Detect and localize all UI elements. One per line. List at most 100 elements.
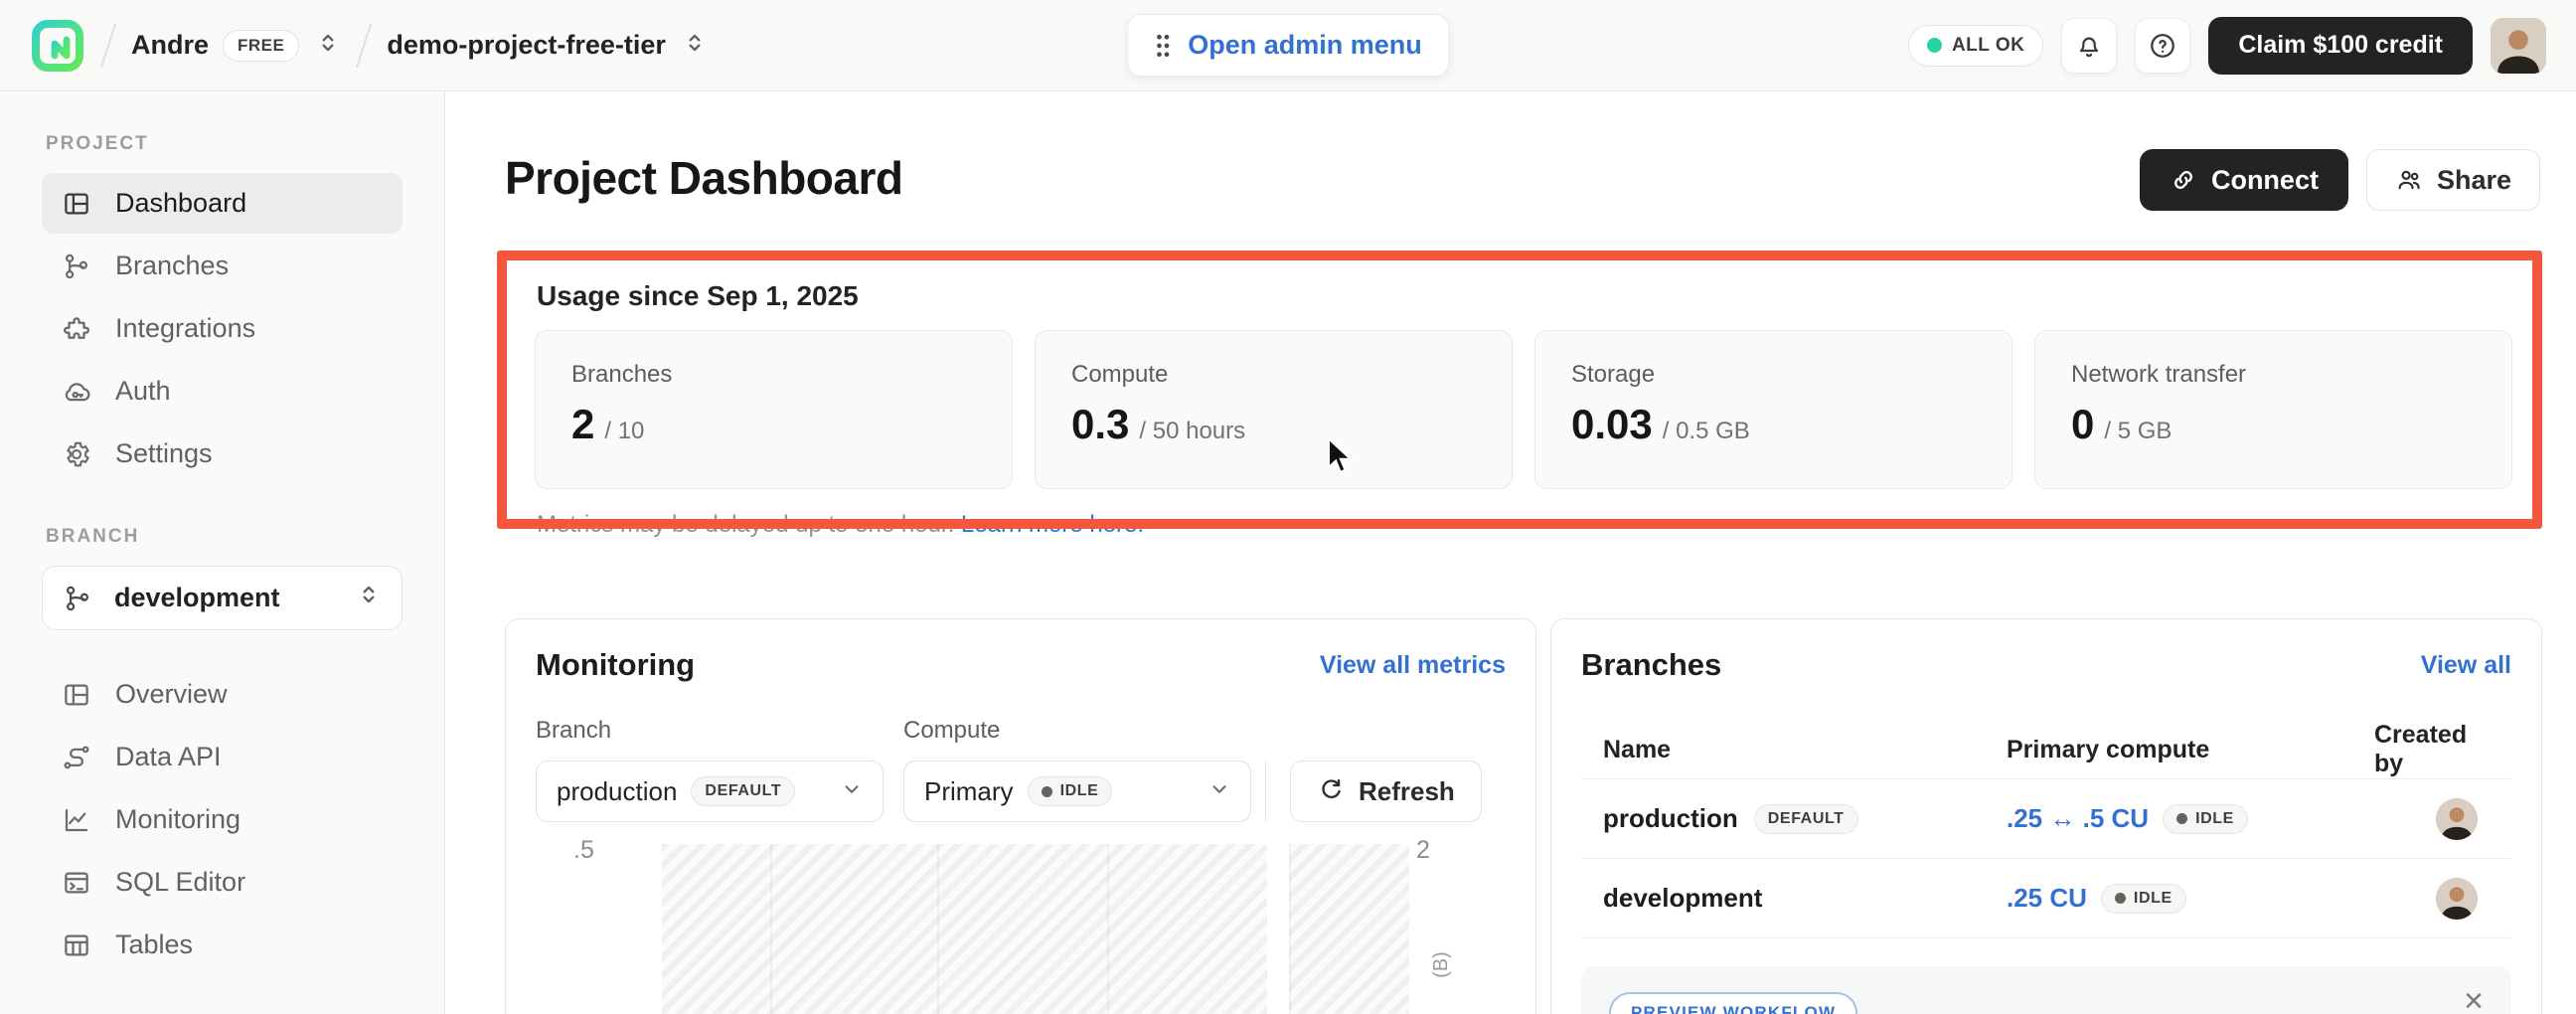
- help-button[interactable]: [2135, 18, 2190, 74]
- branch-selector-value: development: [114, 583, 280, 613]
- integrations-icon: [62, 314, 91, 344]
- branches-icon: [62, 252, 91, 281]
- overview-icon: [62, 680, 91, 710]
- chart-gridline: [937, 844, 939, 1014]
- settings-gear-icon: [62, 439, 91, 469]
- status-ok-dot: [1927, 38, 1942, 53]
- monitoring-chart: .5 2 (B): [536, 836, 1506, 1014]
- sidebar-item-settings[interactable]: Settings: [42, 423, 402, 484]
- promo-badge: PREVIEW WORKFLOW: [1609, 992, 1857, 1014]
- plan-badge: FREE: [223, 30, 299, 62]
- usage-card-limit: / 50 hours: [1139, 418, 1245, 445]
- org-switcher-chevron-icon[interactable]: [315, 30, 341, 61]
- compute-size-link[interactable]: .25 ↔ .5 CU: [2007, 803, 2149, 834]
- idle-dot: [1042, 786, 1052, 797]
- usage-card-compute: Compute 0.3 / 50 hours: [1035, 330, 1513, 489]
- sidebar-item-overview[interactable]: Overview: [42, 664, 402, 725]
- usage-card-label: Network transfer: [2071, 361, 2476, 389]
- compute-size-link[interactable]: .25 CU: [2007, 883, 2087, 914]
- sidebar-item-monitoring[interactable]: Monitoring: [42, 789, 402, 850]
- branch-selector-chevron-icon: [356, 582, 382, 614]
- y-axis-right-tick: 2: [1416, 836, 1430, 865]
- chart-no-data-hatch-area: [662, 844, 1409, 1014]
- project-switcher-chevron-icon[interactable]: [682, 30, 708, 61]
- metrics-delay-note: Metrics may be delayed up to one hour. L…: [537, 511, 1144, 539]
- connect-link-icon: [2170, 166, 2197, 194]
- auth-icon: [62, 377, 91, 407]
- idle-dot: [2115, 893, 2126, 904]
- notifications-button[interactable]: [2061, 18, 2117, 74]
- chevron-down-icon: [841, 776, 863, 807]
- usage-card-limit: / 10: [604, 418, 644, 445]
- sidebar-item-label: Auth: [115, 376, 171, 407]
- y-axis-left-tick: .5: [573, 836, 594, 865]
- table-row-development[interactable]: development .25 CU IDLE: [1581, 858, 2511, 937]
- chart-gap: [1267, 844, 1289, 1014]
- branch-icon: [63, 584, 92, 613]
- sidebar-item-data-api[interactable]: Data API: [42, 727, 402, 787]
- view-all-branches-link[interactable]: View all: [2421, 651, 2511, 680]
- branch-filter-label: Branch: [536, 717, 903, 745]
- user-avatar[interactable]: [2491, 18, 2546, 74]
- compute-filter-value: Primary: [924, 776, 1014, 807]
- sidebar-item-branches[interactable]: Branches: [42, 236, 402, 296]
- chart-gridline: [1289, 844, 1291, 1014]
- promo-card: PREVIEW WORKFLOW ×: [1581, 966, 2511, 1014]
- sidebar-item-dashboard[interactable]: Dashboard: [42, 173, 402, 234]
- usage-card-label: Storage: [1571, 361, 1976, 389]
- default-badge: DEFAULT: [691, 776, 795, 806]
- page-title: Project Dashboard: [505, 151, 903, 205]
- org-name[interactable]: Andre: [131, 30, 209, 61]
- branches-table-header: Name Primary compute Created by: [1581, 721, 2511, 778]
- branches-title: Branches: [1581, 647, 1721, 683]
- bell-icon: [2074, 31, 2104, 61]
- status-label: ALL OK: [1952, 35, 2024, 57]
- branch-filter-dropdown[interactable]: production DEFAULT: [536, 760, 884, 822]
- usage-card-value: 0: [2071, 401, 2094, 448]
- view-all-metrics-link[interactable]: View all metrics: [1320, 651, 1506, 680]
- sidebar-item-label: Data API: [115, 742, 222, 772]
- column-primary-compute: Primary compute: [2007, 736, 2374, 764]
- sidebar-item-label: Dashboard: [115, 188, 246, 219]
- sidebar-item-sql-editor[interactable]: SQL Editor: [42, 852, 402, 913]
- sidebar-item-tables[interactable]: Tables: [42, 915, 402, 975]
- sidebar-item-label: Monitoring: [115, 804, 241, 835]
- compute-filter-dropdown[interactable]: Primary IDLE: [903, 760, 1251, 822]
- sidebar-item-auth[interactable]: Auth: [42, 361, 402, 422]
- learn-more-link[interactable]: Learn more here.: [961, 511, 1144, 538]
- connect-label: Connect: [2211, 165, 2319, 196]
- metrics-note-text: Metrics may be delayed up to one hour.: [537, 511, 954, 538]
- dashboard-icon: [62, 189, 91, 219]
- usage-heading: Usage since Sep 1, 2025: [537, 280, 859, 312]
- neon-logo-icon[interactable]: [30, 18, 85, 74]
- chart-gridline: [770, 844, 772, 1014]
- open-admin-menu-button[interactable]: Open admin menu: [1127, 14, 1449, 77]
- claim-credit-button[interactable]: Claim $100 credit: [2208, 17, 2473, 75]
- connect-button[interactable]: Connect: [2140, 149, 2348, 211]
- status-badge[interactable]: ALL OK: [1908, 25, 2043, 67]
- sidebar-item-integrations[interactable]: Integrations: [42, 298, 402, 359]
- creator-avatar: [2436, 798, 2478, 840]
- refresh-button[interactable]: Refresh: [1290, 760, 1482, 822]
- usage-card-value: 0.03: [1571, 401, 1653, 448]
- breadcrumb-slash: [100, 23, 116, 67]
- column-name: Name: [1603, 736, 2007, 764]
- monitoring-icon: [62, 805, 91, 835]
- share-button[interactable]: Share: [2366, 149, 2540, 211]
- sidebar-item-label: Overview: [115, 679, 228, 710]
- usage-card-value: 2: [571, 401, 594, 448]
- default-badge: DEFAULT: [1754, 804, 1858, 834]
- project-name[interactable]: demo-project-free-tier: [387, 30, 666, 61]
- compute-filter-label: Compute: [903, 717, 1000, 745]
- branch-selector[interactable]: development: [42, 566, 402, 630]
- refresh-label: Refresh: [1359, 776, 1455, 807]
- monitoring-panel: Monitoring View all metrics Branch Compu…: [505, 618, 1536, 1014]
- monitoring-title: Monitoring: [536, 647, 695, 683]
- usage-cards: Branches 2 / 10 Compute 0.3 / 50 hours S…: [535, 330, 2512, 489]
- table-row-production[interactable]: production DEFAULT .25 ↔ .5 CU IDLE: [1581, 778, 2511, 858]
- close-icon[interactable]: ×: [2464, 984, 2484, 1014]
- branches-table: Name Primary compute Created by producti…: [1581, 721, 2511, 938]
- idle-badge: IDLE: [2163, 804, 2248, 834]
- sidebar-section-branch: BRANCH: [46, 526, 399, 548]
- usage-card-label: Compute: [1071, 361, 1476, 389]
